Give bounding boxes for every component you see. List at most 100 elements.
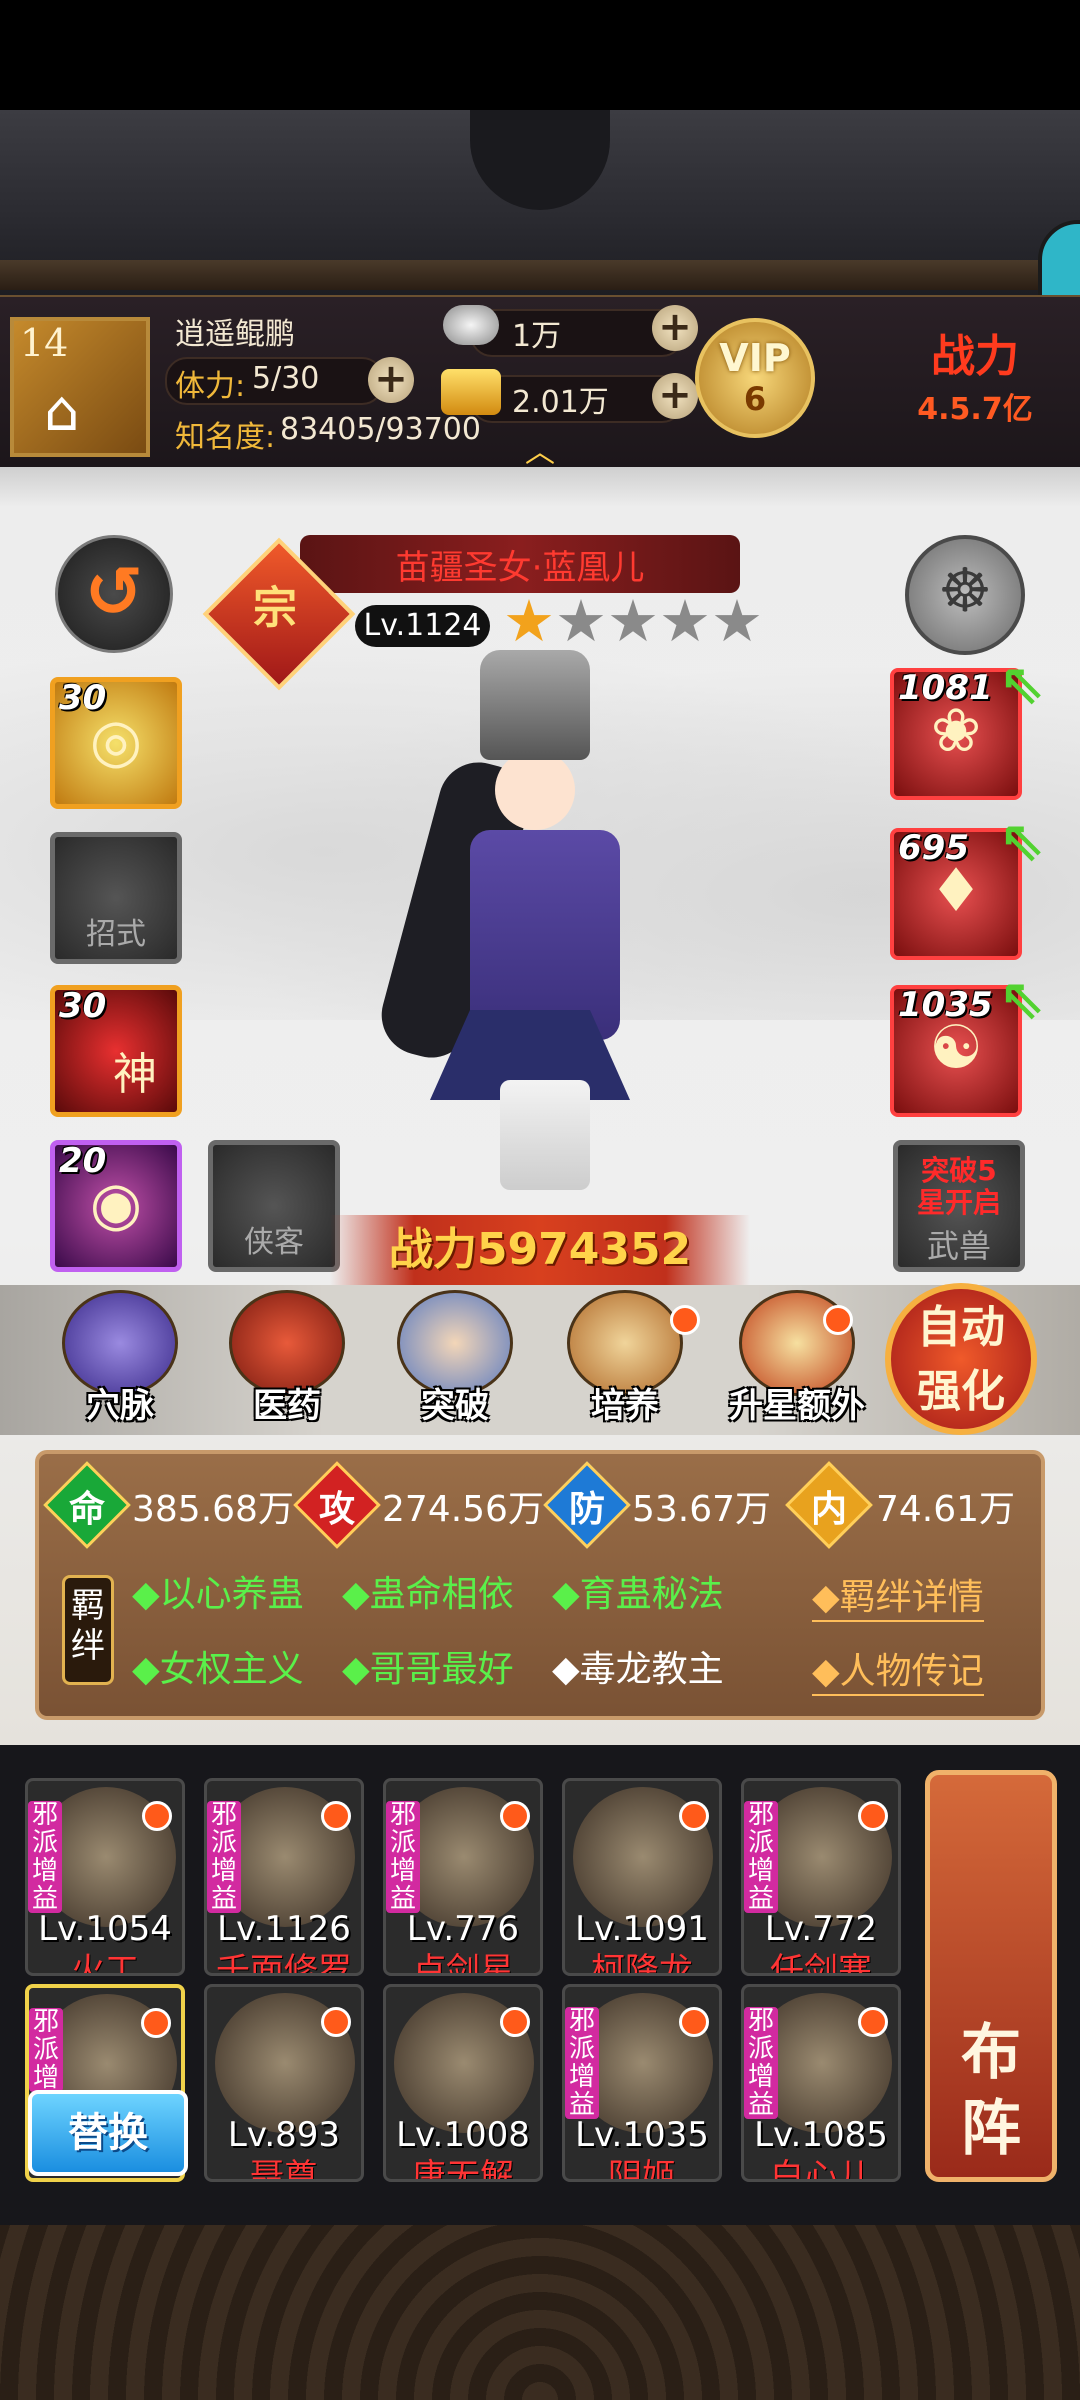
swirl-icon: ◎: [89, 706, 143, 776]
xiake-slot-caption: 侠客: [244, 1225, 304, 1260]
silver-value: 1万: [512, 319, 562, 354]
vip-label: VIP: [719, 336, 791, 380]
notification-dot: [858, 1801, 888, 1831]
xiake-slot[interactable]: 侠客: [208, 1140, 340, 1272]
player-level: 14: [20, 321, 69, 365]
team-member-card[interactable]: 邪派增益 Lv.772 任剑寒: [741, 1778, 901, 1976]
upgrade-arrow-icon: ⇖: [998, 652, 1046, 717]
function-button-breakthrough[interactable]: 突破: [390, 1290, 520, 1430]
hero-level: Lv.1124: [355, 605, 490, 647]
stamina-add-button[interactable]: +: [368, 357, 414, 403]
faction-tag: 邪派增益: [744, 2007, 778, 2119]
member-name: 阴姬: [608, 2157, 676, 2182]
hero-name: 苗疆圣女·蓝凰儿: [395, 548, 645, 588]
auto-enhance-line1: 自动: [917, 1302, 1005, 1353]
hero-body: [470, 830, 620, 1040]
function-label: 突破: [421, 1386, 489, 1426]
member-name: 唐无解: [412, 2157, 514, 2182]
team-member-card[interactable]: 邪派增益 Lv.1126 千面修罗: [204, 1778, 364, 1976]
player-avatar[interactable]: 14 ⌂: [10, 317, 150, 457]
stat-char-hp: 命: [68, 1489, 105, 1530]
notification-dot: [500, 2007, 530, 2037]
faction-tag: 邪派增益: [565, 2007, 599, 2119]
team-member-card[interactable]: 邪派增益 Lv.1085 白心儿: [741, 1984, 901, 2182]
meditation-statue-icon[interactable]: ☸: [905, 535, 1025, 655]
roof-ornament: [470, 110, 610, 210]
fetter-item: ◆育蛊秘法: [552, 1574, 724, 1615]
fetter-details-link[interactable]: ◆羁绊详情: [812, 1568, 984, 1622]
back-button[interactable]: ↺: [55, 535, 173, 653]
notification-dot: [858, 2007, 888, 2037]
faction-tag: 邪派增益: [207, 1801, 241, 1913]
member-name: 千面修罗: [216, 1951, 352, 1976]
team-member-card[interactable]: 邪派增益 Lv.776 卢剑星: [383, 1778, 543, 1976]
team-member-card[interactable]: Lv.893 聂尊: [204, 1984, 364, 2182]
auto-enhance-line2: 强化: [917, 1366, 1005, 1417]
stamina-value: 5/30: [252, 361, 320, 396]
stat-value-inner: 74.61万: [876, 1489, 1016, 1530]
star-icon: ★: [555, 587, 607, 655]
silver-ingot-icon: [443, 305, 499, 345]
stat-char-defense: 防: [568, 1489, 605, 1530]
team-member-card[interactable]: Lv.1008 唐无解: [383, 1984, 543, 2182]
player-power: 战力 4.5.7亿: [880, 320, 1070, 428]
notification-dot: [321, 1801, 351, 1831]
team-member-card[interactable]: 邪派增益 Lv.1035 阴姬: [562, 1984, 722, 2182]
fetter-item: ◆以心养蛊: [132, 1574, 304, 1615]
formation-label-2: 阵: [961, 2094, 1021, 2164]
skill-slot-3-level: 30: [59, 986, 107, 1026]
formation-label-1: 布: [961, 2018, 1021, 2088]
function-button-cultivate[interactable]: 培养: [560, 1290, 690, 1430]
temple-roof-decoration: [0, 110, 1080, 295]
upgrade-arrow-icon: ⇖: [998, 967, 1046, 1032]
function-label: 医药: [253, 1386, 321, 1426]
star-icon: ★: [503, 587, 555, 655]
team-member-card[interactable]: Lv.1091 柯降龙: [562, 1778, 722, 1976]
faction-tag: 邪派增: [29, 2008, 63, 2092]
stamina-label: 体力:: [175, 369, 246, 404]
hero-face: [495, 750, 575, 830]
bottom-wave-decoration: [0, 2225, 1080, 2400]
gold-add-button[interactable]: +: [652, 373, 698, 419]
auto-enhance-button[interactable]: 自动 强化: [885, 1283, 1037, 1435]
notification-dot: [679, 1801, 709, 1831]
team-member-card[interactable]: 邪派增益 Lv.1054 火工: [25, 1778, 185, 1976]
member-name: 任剑寒: [770, 1951, 872, 1976]
swap-button[interactable]: 替换: [28, 2090, 188, 2176]
hero-power-text: 战力5974352: [388, 1224, 692, 1275]
hero-legs: [500, 1080, 590, 1190]
player-power-label: 战力: [931, 331, 1019, 382]
expand-chevron-icon[interactable]: ︿: [525, 427, 555, 471]
wushou-lock-line2: 星开启: [916, 1186, 1001, 1219]
formation-button[interactable]: 布 阵: [925, 1770, 1057, 2182]
hero-power-banner: 战力5974352: [330, 1215, 750, 1285]
function-label: 穴脉: [86, 1386, 154, 1426]
member-name: 火工: [71, 1951, 139, 1976]
biography-link[interactable]: ◆人物传记: [812, 1642, 984, 1696]
wushou-caption: 武兽: [926, 1227, 991, 1265]
fetter-item: ◆女权主义: [132, 1649, 304, 1690]
function-button-medicine[interactable]: 医药: [222, 1290, 352, 1430]
skill-slot-3[interactable]: 30 神: [50, 985, 182, 1117]
skill-slot-2[interactable]: 招式: [50, 832, 182, 964]
hero-character-figure[interactable]: [372, 650, 670, 1190]
fetter-item: ◆蛊命相依: [342, 1574, 514, 1615]
vip-badge[interactable]: VIP 6: [695, 318, 815, 438]
star-icon: ★: [659, 587, 711, 655]
notification-dot: [321, 2007, 351, 2037]
faction-tag: 邪派增益: [386, 1801, 420, 1913]
stat-value-hp: 385.68万: [132, 1489, 294, 1530]
star-icon: ★: [711, 587, 763, 655]
orb-icon: ◉: [89, 1169, 143, 1239]
skill-slot-1[interactable]: 30 ◎: [50, 677, 182, 809]
pagoda-icon: ⌂: [44, 379, 80, 444]
skill-slot-4[interactable]: 20 ◉: [50, 1140, 182, 1272]
wushou-slot[interactable]: 突破5 星开启 武兽: [893, 1140, 1025, 1272]
function-button-acupoint[interactable]: 穴脉: [55, 1290, 185, 1430]
gold-value: 2.01万: [512, 385, 609, 420]
fetter-item: ◆毒龙教主: [552, 1649, 724, 1690]
silver-add-button[interactable]: +: [652, 305, 698, 351]
upgrade-arrow-icon: ⇖: [998, 809, 1046, 874]
notification-dot: [823, 1305, 853, 1335]
faction-tag: 邪派增益: [28, 1801, 62, 1913]
